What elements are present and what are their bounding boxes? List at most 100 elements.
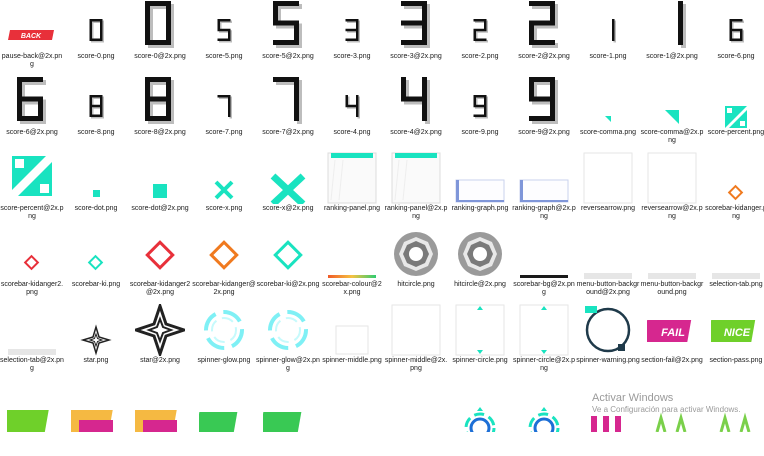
file-item[interactable]: reversearrow@2x.png: [640, 152, 704, 228]
file-item[interactable]: score-8@2x.png: [128, 76, 192, 152]
digit-0-small-icon: [71, 0, 121, 52]
diamond-orange-small-icon: [711, 152, 761, 204]
diamond-teal-large-icon: [263, 228, 313, 280]
file-item[interactable]: spinner-circle.png: [448, 304, 512, 380]
file-item[interactable]: [320, 380, 384, 456]
file-item[interactable]: spinner-middle.png: [320, 304, 384, 380]
file-item[interactable]: NICE section-pass.png: [704, 304, 764, 380]
file-item[interactable]: score-comma@2x.png: [640, 76, 704, 152]
file-item[interactable]: score-3.png: [320, 0, 384, 76]
file-item[interactable]: score-3@2x.png: [384, 0, 448, 76]
file-item[interactable]: [640, 380, 704, 456]
file-item[interactable]: [448, 380, 512, 456]
digit-2-small-icon: [455, 0, 505, 52]
file-item[interactable]: hitcircle.png: [384, 228, 448, 304]
file-item[interactable]: score-2.png: [448, 0, 512, 76]
file-name: star@2x.png: [140, 357, 180, 364]
file-item[interactable]: score-1.png: [576, 0, 640, 76]
file-item[interactable]: menu-button-background.png: [640, 228, 704, 304]
file-name: ranking-panel@2x.png: [384, 205, 448, 220]
file-item[interactable]: spinner-middle@2x.png: [384, 304, 448, 380]
file-item[interactable]: [512, 380, 576, 456]
file-item[interactable]: score-8.png: [64, 76, 128, 152]
file-item[interactable]: reversearrow.png: [576, 152, 640, 228]
file-item[interactable]: selection-tab@2x.png: [0, 304, 64, 380]
file-item[interactable]: scorebar-kidanger2@2x.png: [128, 228, 192, 304]
file-item[interactable]: score-7@2x.png: [256, 76, 320, 152]
file-item[interactable]: [704, 380, 764, 456]
file-item[interactable]: star@2x.png: [128, 304, 192, 380]
file-item[interactable]: spinner-circle@2x.png: [512, 304, 576, 380]
svg-text:FAIL: FAIL: [661, 327, 685, 339]
file-item[interactable]: score-6@2x.png: [0, 76, 64, 152]
file-item[interactable]: ranking-graph.png: [448, 152, 512, 228]
file-name: score-0.png: [77, 53, 115, 60]
file-name: scorebar-colour@2x.png: [322, 281, 382, 296]
file-item[interactable]: score-comma.png: [576, 76, 640, 152]
file-item[interactable]: score-9.png: [448, 76, 512, 152]
file-name: scorebar-ki@2x.png: [256, 281, 320, 288]
file-item[interactable]: score-7.png: [192, 76, 256, 152]
file-name: spinner-middle@2x.png: [384, 357, 448, 372]
file-item[interactable]: [128, 380, 192, 456]
ranking-graph-icon: [455, 152, 505, 204]
file-item[interactable]: score-dot.png: [64, 152, 128, 228]
file-item[interactable]: ranking-graph@2x.png: [512, 152, 576, 228]
file-name: score-percent.png: [707, 129, 764, 136]
ring-partial-icon: [519, 380, 569, 432]
file-item[interactable]: spinner-warning.png: [576, 304, 640, 380]
bar-grey-icon: [583, 228, 633, 280]
file-name: reversearrow.png: [580, 205, 636, 212]
file-item[interactable]: score-1@2x.png: [640, 0, 704, 76]
diamond-red-small-icon: [7, 228, 57, 280]
file-item[interactable]: selection-tab.png: [704, 228, 764, 304]
file-item[interactable]: menu-button-background@2x.png: [576, 228, 640, 304]
spinner-circle-icon: [519, 304, 569, 356]
file-item[interactable]: scorebar-colour@2x.png: [320, 228, 384, 304]
file-name: ranking-graph@2x.png: [512, 205, 576, 220]
file-item[interactable]: [384, 380, 448, 456]
file-item[interactable]: score-percent.png: [704, 76, 764, 152]
file-item[interactable]: scorebar-bg@2x.png: [512, 228, 576, 304]
file-item[interactable]: [64, 380, 128, 456]
file-item[interactable]: star.png: [64, 304, 128, 380]
file-item[interactable]: score-9@2x.png: [512, 76, 576, 152]
file-name: score-1.png: [589, 53, 627, 60]
file-item[interactable]: score-5@2x.png: [256, 0, 320, 76]
file-item[interactable]: score-dot@2x.png: [128, 152, 192, 228]
file-item[interactable]: score-percent@2x.png: [0, 152, 64, 228]
file-item[interactable]: scorebar-kidanger@2x.png: [192, 228, 256, 304]
file-item[interactable]: hitcircle@2x.png: [448, 228, 512, 304]
file-item[interactable]: score-4.png: [320, 76, 384, 152]
file-name: score-comma@2x.png: [640, 129, 704, 144]
file-item[interactable]: scorebar-ki@2x.png: [256, 228, 320, 304]
file-name: spinner-middle.png: [322, 357, 382, 364]
file-item[interactable]: BACK pause-back@2x.png: [0, 0, 64, 76]
file-item[interactable]: [0, 380, 64, 456]
file-item[interactable]: score-5.png: [192, 0, 256, 76]
file-item[interactable]: score-x@2x.png: [256, 152, 320, 228]
file-name: score-7@2x.png: [262, 129, 314, 136]
file-item[interactable]: score-0@2x.png: [128, 0, 192, 76]
file-name: score-6.png: [717, 53, 755, 60]
file-item[interactable]: spinner-glow@2x.png: [256, 304, 320, 380]
file-item[interactable]: score-0.png: [64, 0, 128, 76]
file-item[interactable]: ranking-panel@2x.png: [384, 152, 448, 228]
file-item[interactable]: [256, 380, 320, 456]
digit-4-large-icon: [391, 76, 441, 128]
file-item[interactable]: score-x.png: [192, 152, 256, 228]
file-item[interactable]: scorebar-kidanger2.png: [0, 228, 64, 304]
spinner-circle-icon: [455, 304, 505, 356]
file-item[interactable]: [576, 380, 640, 456]
file-item[interactable]: [192, 380, 256, 456]
digit-3-large-icon: [391, 0, 441, 52]
file-item[interactable]: scorebar-kidanger.png: [704, 152, 764, 228]
file-item[interactable]: ranking-panel.png: [320, 152, 384, 228]
file-name: scorebar-kidanger2@2x.png: [129, 281, 191, 296]
file-item[interactable]: score-4@2x.png: [384, 76, 448, 152]
file-item[interactable]: score-6.png: [704, 0, 764, 76]
file-item[interactable]: scorebar-ki.png: [64, 228, 128, 304]
file-item[interactable]: FAIL section-fail@2x.png: [640, 304, 704, 380]
file-item[interactable]: spinner-glow.png: [192, 304, 256, 380]
file-item[interactable]: score-2@2x.png: [512, 0, 576, 76]
